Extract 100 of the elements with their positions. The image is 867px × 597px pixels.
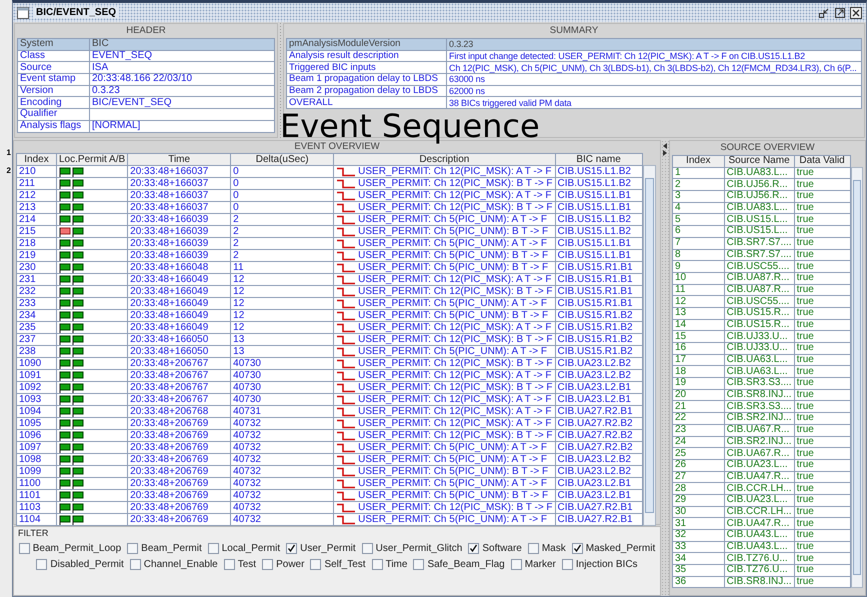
table-cell: 8 bbox=[672, 249, 724, 261]
filter-checkbox[interactable]: Self_Test bbox=[310, 559, 366, 570]
column-header[interactable]: Index bbox=[672, 156, 724, 168]
table-row[interactable]: Beam 2 propagation delay to LBDS 62000 ns bbox=[286, 85, 862, 97]
table-row[interactable]: Analysis flags [NORMAL] bbox=[18, 120, 274, 132]
table-cell: 20:33:48+166039 bbox=[128, 226, 231, 238]
column-header[interactable]: Index bbox=[16, 154, 56, 166]
table-cell: true bbox=[794, 319, 850, 331]
table-row[interactable]: OVERALL 38 BICs triggered valid PM data bbox=[286, 96, 862, 109]
column-header[interactable]: Description bbox=[334, 154, 556, 166]
table-row[interactable]: Triggered BIC inputs Ch 12(PIC_MSK), Ch 5(PIC_UNM), Ch 3(LBDS-b1), Ch 3(LBDS-b2), Ch 12(FMCM_RD34.LR3), Ch 6(P... bbox=[286, 62, 862, 74]
table-cell: CIB.UJ33.U... bbox=[724, 342, 794, 354]
table-cell: 23 bbox=[672, 424, 724, 436]
table-cell: true bbox=[794, 237, 850, 249]
table-cell: true bbox=[794, 389, 850, 401]
table-cell: true bbox=[794, 190, 850, 202]
table-row[interactable]: Event stamp 20:33:48.166 22/03/10 bbox=[18, 74, 274, 86]
table-cell: 0 bbox=[230, 202, 334, 214]
table-cell: ISA bbox=[90, 62, 274, 74]
table-cell: pmAnalysisModuleVersion bbox=[286, 38, 446, 50]
table-cell: true bbox=[794, 342, 850, 354]
collapse-left-icon[interactable] bbox=[662, 143, 668, 149]
maximize-icon[interactable] bbox=[834, 6, 846, 18]
table-cell: 25 bbox=[672, 448, 724, 460]
filter-checkbox[interactable]: Marker bbox=[510, 559, 556, 570]
table-cell: 1093 bbox=[16, 394, 56, 406]
table-row[interactable]: pmAnalysisModuleVersion 0.3.23 bbox=[286, 38, 862, 50]
table-row[interactable]: Class EVENT_SEQ bbox=[18, 50, 274, 62]
table-cell: 19 bbox=[672, 378, 724, 390]
checkbox-icon bbox=[224, 559, 235, 570]
column-header[interactable]: Delta(uSec) bbox=[230, 154, 334, 166]
table-cell: 215 bbox=[16, 226, 56, 238]
table-row[interactable]: Encoding BIC/EVENT_SEQ bbox=[18, 96, 274, 109]
falling-edge-icon bbox=[336, 442, 356, 452]
table-cell: 30 bbox=[672, 506, 724, 518]
table-cell: CIB.UA23.L2.B2 bbox=[555, 454, 642, 466]
table-cell: CIB.UA47.R... bbox=[724, 518, 794, 530]
filter-checkbox[interactable]: Software bbox=[468, 543, 522, 554]
table-cell: 1091 bbox=[16, 370, 56, 382]
filter-checkbox[interactable]: Power bbox=[262, 559, 304, 570]
filter-checkbox[interactable]: User_Permit bbox=[286, 543, 356, 554]
table-cell: 26 bbox=[672, 459, 724, 472]
collapse-right-icon[interactable] bbox=[662, 150, 668, 156]
event-description: USER_PERMIT: Ch 12(PIC_MSK): A T -> F bbox=[358, 190, 552, 200]
table-row[interactable]: Beam 1 propagation delay to LBDS 63000 ns bbox=[286, 74, 862, 86]
close-icon[interactable] bbox=[850, 6, 862, 18]
event-description: USER_PERMIT: Ch 5(PIC_UNM): A T -> F bbox=[358, 238, 547, 248]
table-cell: 13 bbox=[672, 307, 724, 320]
scrollbar[interactable] bbox=[850, 167, 863, 588]
table-row[interactable]: System BIC bbox=[18, 38, 274, 50]
falling-edge-icon bbox=[336, 238, 356, 248]
table-cell: CIB.US15.R1.B2 bbox=[555, 322, 642, 334]
table-cell: 40732 bbox=[230, 454, 334, 466]
table-row[interactable]: Version 0.3.23 bbox=[18, 85, 274, 97]
table-cell: true bbox=[794, 412, 850, 424]
falling-edge-icon bbox=[336, 478, 356, 488]
minimize-icon[interactable] bbox=[818, 6, 830, 18]
table-cell: CIB.UA87.R... bbox=[724, 272, 794, 284]
table-row[interactable]: Qualifier bbox=[18, 108, 274, 120]
table-cell: Analysis result description bbox=[286, 50, 446, 62]
column-header[interactable]: BIC name bbox=[555, 154, 642, 166]
filter-checkbox[interactable]: Disabled_Permit bbox=[36, 559, 124, 570]
table-cell: 15 bbox=[672, 330, 724, 342]
filter-checkbox[interactable]: Injection BICs bbox=[562, 559, 638, 570]
column-header[interactable]: Data Valid bbox=[794, 156, 850, 168]
column-header[interactable]: Time bbox=[128, 154, 231, 166]
falling-edge-icon bbox=[336, 334, 356, 344]
table-cell: 28 bbox=[672, 482, 724, 494]
table-cell: 11 bbox=[230, 262, 334, 274]
falling-edge-icon bbox=[336, 502, 356, 512]
filter-checkbox[interactable]: Test bbox=[224, 559, 256, 570]
table-cell: 14 bbox=[672, 319, 724, 331]
scrollbar[interactable] bbox=[642, 165, 656, 526]
filter-checkbox[interactable]: Mask bbox=[528, 543, 566, 554]
table-cell: 3 bbox=[672, 190, 724, 202]
table-row[interactable]: Source ISA bbox=[18, 62, 274, 74]
filter-checkbox[interactable]: Beam_Permit bbox=[127, 543, 202, 554]
table-cell: 11 bbox=[672, 284, 724, 296]
table-cell: 17 bbox=[672, 354, 724, 366]
table-cell: true bbox=[794, 448, 850, 460]
filter-checkbox[interactable]: Safe_Beam_Flag bbox=[413, 559, 505, 570]
filter-checkbox[interactable]: Beam_Permit_Loop bbox=[18, 543, 122, 554]
filter-checkbox[interactable]: Time bbox=[372, 559, 408, 570]
checkbox-icon bbox=[362, 543, 373, 554]
checkbox-icon bbox=[130, 559, 141, 570]
filter-checkbox[interactable]: User_Permit_Glitch bbox=[362, 543, 462, 554]
table-cell: 20:33:48+206769 bbox=[128, 430, 231, 442]
column-header[interactable]: Source Name bbox=[724, 156, 794, 168]
table-cell: 20:33:48+206767 bbox=[128, 370, 231, 382]
column-header[interactable]: Loc.Permit A/B bbox=[56, 154, 128, 166]
event-description: USER_PERMIT: Ch 12(PIC_MSK): A T -> F bbox=[358, 394, 552, 404]
falling-edge-icon bbox=[336, 166, 356, 176]
table-cell: CIB.UA47.R... bbox=[724, 471, 794, 483]
filter-checkbox[interactable]: Channel_Enable bbox=[130, 559, 218, 570]
window-icon bbox=[17, 6, 29, 18]
table-cell: 13 bbox=[230, 334, 334, 346]
table-row[interactable]: Analysis result description First input change detected: USER_PERMIT: Ch 12(PIC_MSK): A T -> F on CIB.US15.L1.B2 bbox=[286, 50, 862, 62]
filter-checkbox[interactable]: Masked_Permit bbox=[572, 543, 656, 554]
filter-checkbox[interactable]: Local_Permit bbox=[208, 543, 280, 554]
table-cell: 63000 ns bbox=[446, 74, 862, 86]
